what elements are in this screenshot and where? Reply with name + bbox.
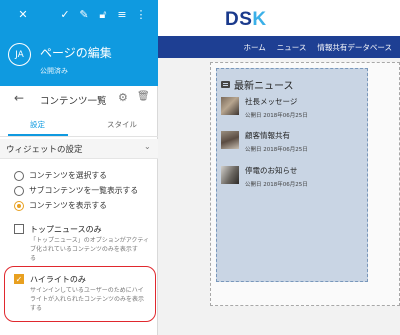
news-widget[interactable]: 最新ニュース 社長メッセージ 公開日 2018年06月25日 顧客情報共有 公開… bbox=[216, 68, 368, 282]
breadcrumb: ← コンテンツ一覧 ⚙ 🗑︎ bbox=[0, 86, 158, 112]
check-icon[interactable]: ✓ bbox=[58, 7, 72, 21]
news-item[interactable]: 社長メッセージ 公開日 2018年06月25日 bbox=[221, 97, 308, 119]
radio-button[interactable] bbox=[14, 185, 24, 196]
news-item-title[interactable]: 社長メッセージ bbox=[245, 97, 308, 107]
news-item-title[interactable]: 顧客情報共有 bbox=[245, 131, 308, 141]
publish-status: 公開済み bbox=[40, 67, 68, 75]
radio-label: サブコンテンツを一覧表示する bbox=[29, 186, 139, 195]
radio-show-content[interactable]: コンテンツを表示する bbox=[14, 200, 107, 211]
tab-style[interactable]: スタイル bbox=[107, 119, 137, 130]
news-item-date: 公開日 2018年06月25日 bbox=[245, 182, 308, 188]
unlock-icon[interactable]: 🔓︎ bbox=[96, 7, 110, 21]
chevron-down-icon[interactable]: ⌄ bbox=[144, 142, 151, 151]
more-icon[interactable]: ⋮ bbox=[134, 7, 148, 21]
top-news-desc-line3: る bbox=[30, 255, 37, 262]
annotation-highlight-ring bbox=[4, 266, 156, 322]
news-item-date: 公開日 2018年06月25日 bbox=[245, 113, 308, 119]
radio-list-subcontent[interactable]: サブコンテンツを一覧表示する bbox=[14, 185, 138, 196]
nav-item-database[interactable]: 情報共有データベース bbox=[317, 42, 392, 53]
news-thumbnail bbox=[221, 131, 239, 149]
widget-settings-header[interactable]: ウィジェットの設定 ⌄ bbox=[0, 139, 158, 159]
news-thumbnail bbox=[221, 97, 239, 115]
nav-item-home[interactable]: ホーム bbox=[243, 42, 265, 53]
back-arrow-icon[interactable]: ← bbox=[14, 91, 24, 105]
radio-button[interactable] bbox=[14, 170, 24, 181]
widget-name: コンテンツ一覧 bbox=[40, 96, 107, 107]
panel-title: ページの編集 bbox=[40, 46, 112, 60]
panel-tabs: 設定 スタイル bbox=[0, 113, 158, 137]
news-item-title[interactable]: 停電のお知らせ bbox=[245, 166, 308, 176]
nav-item-news[interactable]: ニュース bbox=[277, 42, 307, 53]
pencil-icon[interactable]: ✎ bbox=[77, 7, 91, 21]
avatar[interactable]: JA bbox=[8, 43, 31, 66]
site-nav: ホーム ニュース 情報共有データベース bbox=[158, 36, 400, 58]
news-thumbnail bbox=[221, 166, 239, 184]
radio-label: コンテンツを選択する bbox=[29, 171, 107, 180]
site-header: DSK bbox=[158, 0, 400, 36]
radio-button-selected[interactable] bbox=[14, 200, 24, 211]
section-label: ウィジェットの設定 bbox=[6, 145, 83, 155]
active-tab-indicator bbox=[8, 134, 68, 136]
trash-icon[interactable]: 🗑︎ bbox=[137, 91, 150, 102]
gear-icon[interactable]: ⚙ bbox=[118, 91, 130, 104]
page-preview: DSK ホーム ニュース 情報共有データベース 最新ニュース 社長メッセージ 公… bbox=[158, 0, 400, 335]
widget-title-text: 最新ニュース bbox=[234, 81, 294, 92]
radio-label: コンテンツを表示する bbox=[29, 201, 107, 210]
news-icon bbox=[221, 81, 230, 88]
news-item[interactable]: 顧客情報共有 公開日 2018年06月25日 bbox=[221, 131, 308, 153]
widget-title: 最新ニュース bbox=[221, 77, 294, 92]
site-logo[interactable]: DSK bbox=[225, 9, 267, 31]
panel-header: ✕ ✓ ✎ 🔓︎ ≡ ⋮ JA ページの編集 公開済み bbox=[0, 0, 158, 86]
top-news-label: トップニュースのみ bbox=[30, 225, 102, 234]
news-item-date: 公開日 2018年06月25日 bbox=[245, 147, 308, 153]
top-news-desc-line1: 「トップニュース」のオプションがアクティ bbox=[30, 237, 150, 244]
top-news-checkbox[interactable] bbox=[14, 224, 24, 234]
top-news-desc-line2: ブ化されているコンテンツのみを表示す bbox=[30, 246, 138, 253]
tab-settings[interactable]: 設定 bbox=[30, 119, 45, 130]
list-icon[interactable]: ≡ bbox=[115, 7, 129, 21]
radio-select-content[interactable]: コンテンツを選択する bbox=[14, 170, 107, 181]
news-item[interactable]: 停電のお知らせ 公開日 2018年06月25日 bbox=[221, 166, 308, 188]
close-icon[interactable]: ✕ bbox=[16, 7, 30, 21]
edit-panel: ✕ ✓ ✎ 🔓︎ ≡ ⋮ JA ページの編集 公開済み ← コンテンツ一覧 ⚙ … bbox=[0, 0, 158, 335]
